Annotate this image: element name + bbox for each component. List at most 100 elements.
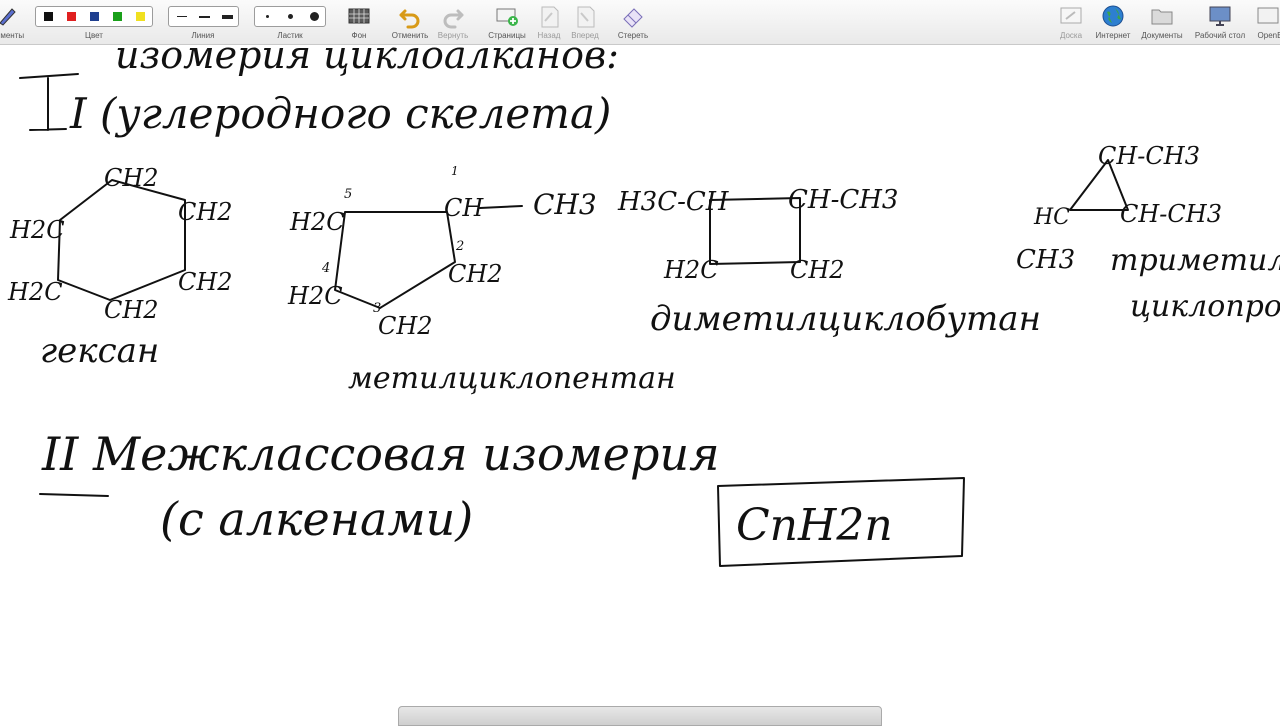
eraser-large-option[interactable] — [310, 12, 319, 21]
desktop-button[interactable]: Рабочий стол — [1190, 0, 1250, 45]
color-palette — [35, 6, 153, 27]
page-forward-icon — [577, 6, 595, 28]
background-button[interactable]: Фон — [340, 0, 378, 45]
board-label: Доска — [1059, 31, 1083, 40]
board-button[interactable]: Доска — [1056, 0, 1086, 45]
board-title: изомерия циклоалканов: — [115, 46, 619, 77]
tools-label: ементы — [0, 31, 25, 40]
erase-button[interactable]: Стереть — [614, 0, 652, 45]
locant-4: 4 — [321, 261, 330, 276]
redo-arrow-icon — [443, 9, 464, 29]
eraser-icon — [623, 8, 643, 28]
board-icon — [1060, 7, 1082, 24]
line-label: Линия — [191, 31, 215, 40]
item2-underline — [39, 493, 109, 497]
methylcyclopentane-ch2-left-bottom: H2C — [287, 282, 343, 310]
hexane-structure: CH2 CH2 CH2 CH2 H2C H2C гексан — [7, 164, 233, 371]
color-group: Цвет — [33, 0, 155, 45]
color-green-swatch[interactable] — [113, 12, 122, 21]
hexane-ch2-left-bottom: H2C — [7, 278, 63, 306]
locant-2: 2 — [455, 239, 464, 254]
locant-1: 1 — [451, 164, 459, 178]
openboard-button[interactable]: OpenB — [1252, 0, 1280, 45]
eraser-small-option[interactable] — [266, 15, 269, 18]
internet-button[interactable]: Интернет — [1093, 0, 1133, 45]
color-red-swatch[interactable] — [67, 12, 76, 21]
monitor-icon — [1209, 6, 1231, 26]
trimethylcyclopropane-name-line2: циклопроп — [1130, 289, 1280, 324]
trimethylcyclopropane-left-ch3: CH3 — [1016, 245, 1075, 275]
desktop-label: Рабочий стол — [1194, 31, 1246, 40]
page-navigator-panel[interactable] — [398, 706, 882, 726]
hexane-ring — [57, 179, 186, 301]
methylcyclopentane-ring — [334, 205, 523, 309]
item2-heading: II Межклассовая изомерия — [41, 427, 720, 481]
undo-label: Отменить — [391, 31, 429, 40]
openboard-icon — [1257, 7, 1279, 24]
eraser-medium-option[interactable] — [288, 14, 293, 19]
eraser-label: Ластик — [277, 31, 303, 40]
trimethylcyclopropane-right: CH-CH3 — [1120, 200, 1222, 228]
redo-label: Вернуть — [437, 31, 469, 40]
toolbar: ементы Цвет Линия Ластик — [0, 0, 1280, 45]
eraser-size-selector — [254, 6, 326, 27]
page-back-icon — [541, 6, 559, 28]
color-label: Цвет — [85, 31, 103, 40]
trimethylcyclopropane-name: триметил- — [1110, 243, 1280, 278]
methylcyclopentane-ch: CH — [444, 194, 484, 222]
line-thin-option[interactable] — [177, 16, 187, 17]
documents-label: Документы — [1141, 31, 1183, 40]
back-label: Назад — [537, 31, 561, 40]
hexane-ch2-bottom: CH2 — [104, 296, 159, 324]
hexane-name: гексан — [40, 331, 159, 371]
whiteboard-canvas[interactable]: изомерия циклоалканов: I (углеродного ск… — [0, 46, 1280, 720]
methylcyclopentane-ch3: CH3 — [533, 188, 597, 221]
tools-button[interactable]: ементы — [0, 0, 30, 45]
forward-label: Вперед — [571, 31, 599, 40]
undo-button[interactable]: Отменить — [388, 0, 432, 45]
dimethylcyclobutane-left-bottom: H2C — [663, 256, 719, 284]
trimethylcyclopropane-structure: CH-CH3 HC CH3 CH-CH3 триметил- циклопроп — [1016, 142, 1280, 324]
line-group: Линия — [166, 0, 241, 45]
undo-arrow-icon — [399, 9, 420, 29]
color-black-swatch[interactable] — [44, 12, 53, 21]
hexane-ch2-top: CH2 — [104, 164, 159, 192]
erase-label: Стереть — [617, 31, 649, 40]
hexane-ch2-right-bottom: CH2 — [178, 268, 233, 296]
openboard-label: OpenB — [1257, 31, 1280, 40]
methylcyclopentane-ch2-right: CH2 — [448, 260, 503, 288]
background-grid-icon — [348, 8, 370, 24]
dimethylcyclobutane-right-top: CH-CH3 — [788, 185, 898, 215]
back-button[interactable]: Назад — [534, 0, 564, 45]
pages-button[interactable]: Страницы — [485, 0, 529, 45]
pen-icon — [0, 8, 16, 26]
general-formula: CnH2n — [736, 500, 893, 551]
line-thick-option[interactable] — [222, 15, 233, 19]
eraser-group: Ластик — [252, 0, 328, 45]
documents-button[interactable]: Документы — [1138, 0, 1186, 45]
locant-3: 3 — [373, 301, 381, 316]
trimethylcyclopropane-left: HC — [1033, 205, 1070, 230]
globe-icon — [1102, 5, 1124, 27]
forward-button[interactable]: Вперед — [568, 0, 602, 45]
hexane-ch2-left-top: H2C — [9, 216, 65, 244]
color-blue-swatch[interactable] — [90, 12, 99, 21]
line-width-selector — [168, 6, 239, 27]
trimethylcyclopropane-top: CH-CH3 — [1098, 142, 1200, 170]
dimethylcyclobutane-left-top: H3C-CH — [617, 187, 730, 217]
item1-heading: I (углеродного скелета) — [69, 89, 611, 138]
item2-subheading: (с алкенами) — [160, 492, 473, 546]
dimethylcyclobutane-right-bottom: CH2 — [790, 256, 845, 284]
dimethylcyclobutane-name: диметилциклобутан — [650, 299, 1041, 339]
background-label: Фон — [351, 31, 367, 40]
line-medium-option[interactable] — [199, 16, 210, 18]
add-page-icon — [496, 8, 518, 26]
redo-button[interactable]: Вернуть — [433, 0, 473, 45]
methylcyclopentane-ch2-left-top: H2C — [289, 208, 345, 236]
dimethylcyclobutane-structure: H3C-CH CH-CH3 H2C CH2 диметилциклобутан — [617, 185, 1041, 339]
methylcyclopentane-name: метилциклопентан — [348, 361, 676, 396]
color-yellow-swatch[interactable] — [136, 12, 145, 21]
pages-label: Страницы — [488, 31, 526, 40]
methylcyclopentane-ch2-bottom: CH2 — [378, 312, 433, 340]
hexane-ch2-right-top: CH2 — [178, 198, 233, 226]
